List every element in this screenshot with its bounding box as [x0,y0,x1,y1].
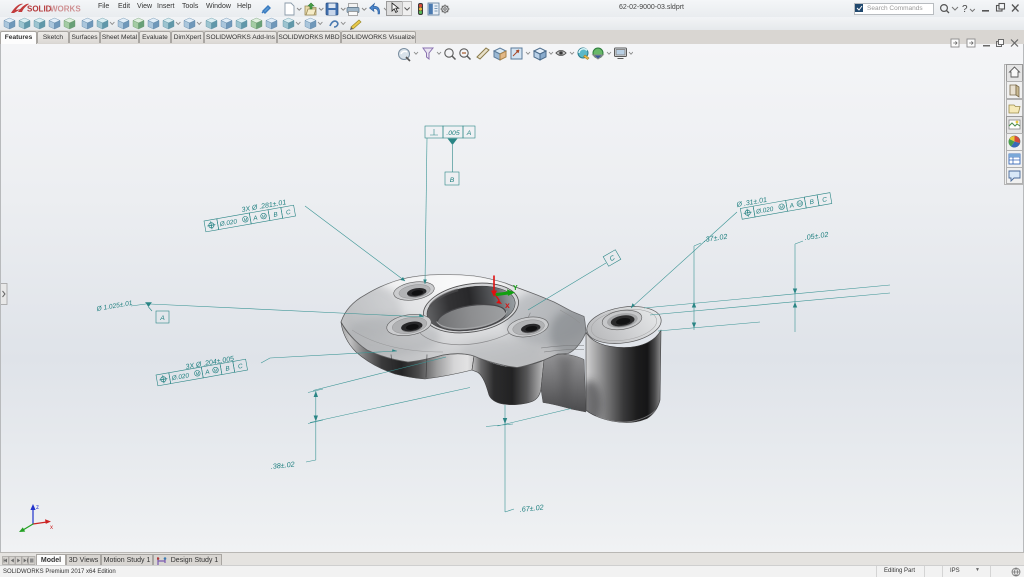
svg-text:B: B [450,177,455,184]
svg-text:x: x [50,525,53,531]
svg-text:3X Ø .281±.01: 3X Ø .281±.01 [241,199,287,214]
svg-text:SOLID: SOLID [27,5,52,14]
svg-text:x: x [505,300,510,310]
svg-text:WORKS: WORKS [50,5,81,14]
svg-text:A: A [466,130,472,137]
svg-text:.37±.02: .37±.02 [703,232,728,244]
svg-text:A: A [159,315,165,322]
svg-text:?: ? [962,4,968,15]
svg-text:Y: Y [513,285,518,292]
svg-text:.05±.02: .05±.02 [804,230,829,242]
svg-text:.005: .005 [446,130,459,137]
svg-text:.38±.02: .38±.02 [270,460,295,471]
svg-text:.67±.02: .67±.02 [519,503,544,514]
svg-text:C: C [609,255,617,264]
svg-text:z: z [36,505,39,511]
svg-text:Ø 1.025±.01: Ø 1.025±.01 [95,300,133,313]
